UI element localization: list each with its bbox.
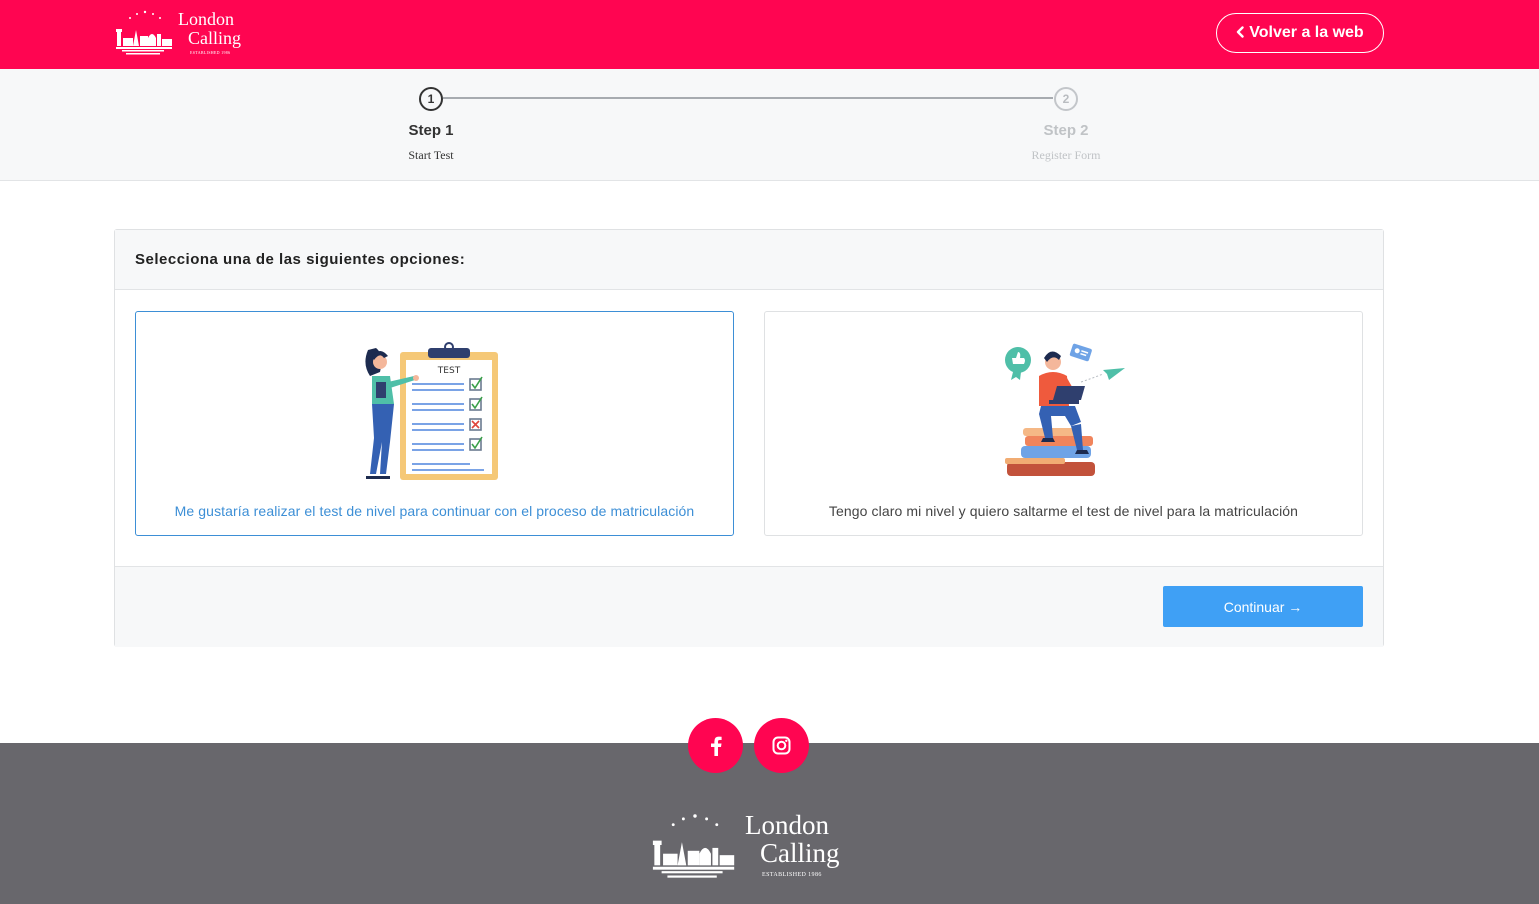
stepper-connector-line [443,97,1053,99]
back-to-web-button[interactable]: Volver a la web [1216,13,1384,53]
clipboard-test-label: TEST [437,366,461,376]
option-take-level-test-caption: Me gustaría realizar el test de nivel pa… [174,503,695,519]
step-1-indicator[interactable]: 1 [419,87,443,111]
london-skyline-logo-icon [116,10,172,55]
options-card: Selecciona una de las siguientes opcione… [114,229,1384,647]
step-2-number: 2 [1062,92,1070,106]
step-1-subtitle: Start Test [408,148,454,162]
london-skyline-logo-icon [652,814,735,878]
footer-brand-established: ESTABLISHED 1986 [762,872,822,878]
back-to-web-label: Volver a la web [1249,24,1364,41]
facebook-button[interactable] [688,718,743,773]
brand-established: ESTABLISHED 1986 [190,50,231,55]
footer-brand-name-line2: Calling [760,838,840,868]
option-skip-level-test-caption: Tengo claro mi nivel y quiero saltarme e… [828,503,1299,519]
brand-name-line2: Calling [188,28,241,48]
facebook-icon [710,736,722,756]
step-2-title: Step 2 [1043,122,1089,139]
footer-brand-name-line1: London [745,810,829,840]
options-card-header: Selecciona una de las siguientes opcione… [115,230,1383,290]
progress-stepper: 1 Step 1 Start Test 2 Step 2 Register Fo… [0,69,1539,181]
instagram-button[interactable] [754,718,809,773]
step-1-number: 1 [427,92,435,106]
option-skip-level-test[interactable]: Tengo claro mi nivel y quiero saltarme e… [764,311,1363,536]
footer-brand-logo: London Calling ESTABLISHED 1986 [650,810,860,885]
chevron-left-icon [1236,25,1244,41]
step-2-indicator[interactable]: 2 [1054,87,1078,111]
brand-logo[interactable]: London Calling ESTABLISHED 1986 [114,8,254,60]
continue-button[interactable]: Continuar → [1163,586,1363,627]
options-card-footer: Continuar → [115,566,1383,647]
step-1-title: Step 1 [408,122,454,139]
step-2-subtitle: Register Form [1031,148,1101,162]
options-heading: Selecciona una de las siguientes opcione… [135,251,466,268]
instagram-icon [772,736,791,755]
test-clipboard-illustration: TEST [365,342,498,480]
site-header: London Calling ESTABLISHED 1986 Volver a… [0,0,1539,69]
brand-name-line1: London [178,9,234,29]
option-take-level-test[interactable]: TEST Me gustaría realizar el test de niv… [135,311,734,536]
student-on-books-illustration [1005,343,1125,476]
